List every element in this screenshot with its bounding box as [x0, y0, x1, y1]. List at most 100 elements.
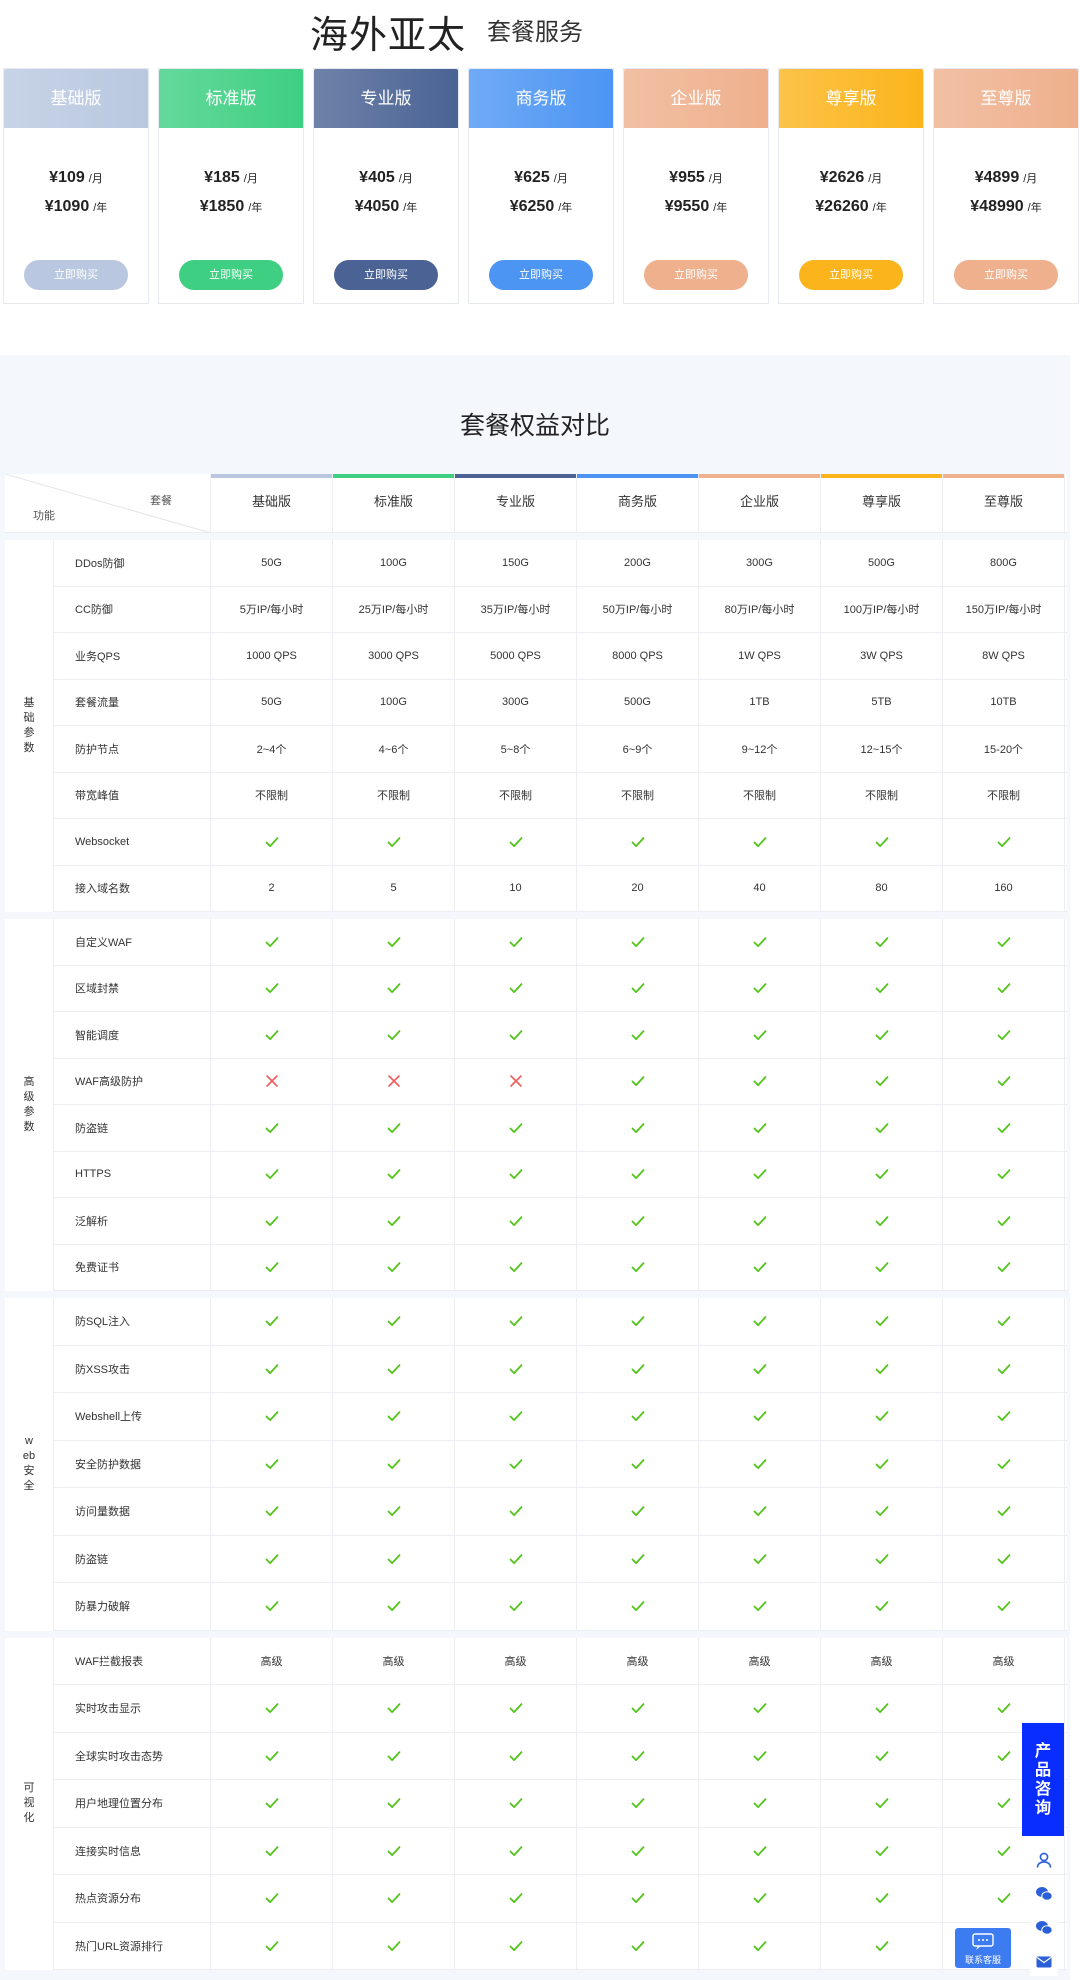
buy-now-button[interactable]: 立即购买 — [24, 260, 128, 290]
buy-now-button[interactable]: 立即购买 — [334, 260, 438, 290]
table-cell — [211, 1780, 333, 1827]
check-icon — [265, 1601, 278, 1612]
table-cell: 5 — [333, 865, 455, 911]
table-row: 实时攻击显示 — [54, 1685, 1067, 1733]
check-icon — [387, 1845, 400, 1856]
table-cell — [699, 1875, 821, 1922]
table-cell — [577, 1922, 699, 1969]
table-cell — [943, 1244, 1065, 1290]
monthly-price-value: ¥625 — [514, 169, 550, 186]
plan-card: 基础版 ¥109/月 ¥1090/年 立即购买 — [3, 68, 149, 304]
check-icon — [631, 1750, 644, 1761]
check-icon — [753, 1893, 766, 1904]
monthly-unit: /月 — [708, 173, 723, 185]
table-cell — [577, 1583, 699, 1630]
check-icon — [387, 1122, 400, 1133]
check-icon — [753, 1169, 766, 1180]
comparison-title: 套餐权益对比 — [459, 412, 610, 440]
check-icon — [265, 1703, 278, 1714]
check-icon — [997, 1169, 1010, 1180]
table-cell — [455, 965, 577, 1011]
check-icon — [875, 1262, 888, 1273]
table-row: 免费证书 — [54, 1244, 1067, 1291]
plan-card: 商务版 ¥625/月 ¥6250/年 立即购买 — [468, 68, 614, 304]
table-cell: 1TB — [699, 679, 821, 725]
feature-label: 安全防护数据 — [54, 1440, 211, 1487]
table-row: Websocket — [54, 819, 1067, 866]
table-row: 全球实时攻击态势 — [54, 1732, 1067, 1780]
plan-yearly-price: ¥48990/年 — [934, 193, 1078, 222]
table-cell — [821, 965, 943, 1011]
table-cell — [577, 919, 699, 965]
check-icon — [509, 983, 522, 994]
plan-color-bar — [821, 474, 942, 478]
check-icon — [509, 1458, 522, 1469]
table-cell — [699, 1488, 821, 1535]
check-icon — [387, 1458, 400, 1469]
table-cell: 500G — [577, 679, 699, 725]
check-icon — [509, 1553, 522, 1564]
check-icon — [753, 936, 766, 947]
table-cell: 9~12个 — [699, 726, 821, 772]
feature-group: 可视化 WAF拦截报表 高级 高级 高级 高级 高级 高级 高级 实时攻击显示 全球实时攻击态势 用户… — [5, 1630, 1067, 1970]
check-icon — [387, 936, 400, 947]
group-label-cell: 高级参数 — [5, 919, 54, 1291]
plan-yearly-price: ¥1850/年 — [159, 193, 303, 222]
table-row: 防XSS攻击 — [54, 1345, 1067, 1393]
table-cell — [943, 819, 1065, 865]
check-icon — [631, 1262, 644, 1273]
check-icon — [387, 1506, 400, 1517]
buy-now-button[interactable]: 立即购买 — [644, 260, 748, 290]
feature-label: 套餐流量 — [54, 679, 211, 725]
table-cell — [211, 1105, 333, 1151]
check-icon — [753, 1215, 766, 1226]
buy-now-button[interactable]: 立即购买 — [489, 260, 593, 290]
feature-label: HTTPS — [54, 1151, 211, 1197]
feature-label: 免费证书 — [54, 1244, 211, 1290]
feature-label: 防盗链 — [54, 1535, 211, 1582]
table-cell — [577, 1732, 699, 1779]
monthly-price-value: ¥405 — [359, 169, 395, 186]
table-cell — [821, 1827, 943, 1874]
table-cell — [333, 1012, 455, 1058]
table-cell: 300G — [455, 679, 577, 725]
yearly-price-value: ¥26260 — [815, 198, 869, 215]
table-cell: 高级 — [455, 1637, 577, 1684]
check-icon — [753, 1122, 766, 1133]
table-cell — [577, 1298, 699, 1345]
group-label-cell: web安全 — [5, 1298, 54, 1631]
monthly-price-value: ¥109 — [49, 169, 85, 186]
user-icon[interactable] — [1030, 1846, 1058, 1874]
feature-label: 热门URL资源排行 — [54, 1922, 211, 1969]
check-icon — [631, 1506, 644, 1517]
product-consult-button[interactable]: 产品咨询 — [1022, 1723, 1064, 1836]
table-cell — [699, 1685, 821, 1732]
table-cell — [211, 1922, 333, 1969]
buy-now-button[interactable]: 立即购买 — [179, 260, 283, 290]
feature-label: 业务QPS — [54, 633, 211, 679]
plan-yearly-price: ¥1090/年 — [4, 193, 148, 222]
check-icon — [631, 836, 644, 847]
mail-icon[interactable] — [1030, 1948, 1058, 1976]
plan-column-header: 标准版 — [333, 474, 455, 533]
check-icon — [753, 1363, 766, 1374]
check-icon — [997, 836, 1010, 847]
table-row: 防盗链 — [54, 1105, 1067, 1152]
buy-now-button[interactable]: 立即购买 — [954, 260, 1058, 290]
check-icon — [997, 1029, 1010, 1040]
wechat-icon[interactable] — [1030, 1880, 1058, 1908]
contact-service-button[interactable]: 联系客服 — [955, 1928, 1011, 1968]
check-icon — [997, 1703, 1010, 1714]
monthly-unit: /月 — [553, 173, 568, 185]
check-icon — [753, 1458, 766, 1469]
table-cell — [699, 965, 821, 1011]
table-row: 热点资源分布 — [54, 1875, 1067, 1923]
wechat-icon[interactable] — [1030, 1914, 1058, 1942]
check-icon — [265, 1940, 278, 1951]
table-cell: 300G — [699, 540, 821, 586]
check-icon — [509, 1029, 522, 1040]
table-row: DDos防御 50G 100G 150G 200G 300G 500G 800G — [54, 540, 1067, 587]
buy-now-button[interactable]: 立即购买 — [799, 260, 903, 290]
table-cell — [211, 1244, 333, 1290]
feature-label: 实时攻击显示 — [54, 1685, 211, 1732]
